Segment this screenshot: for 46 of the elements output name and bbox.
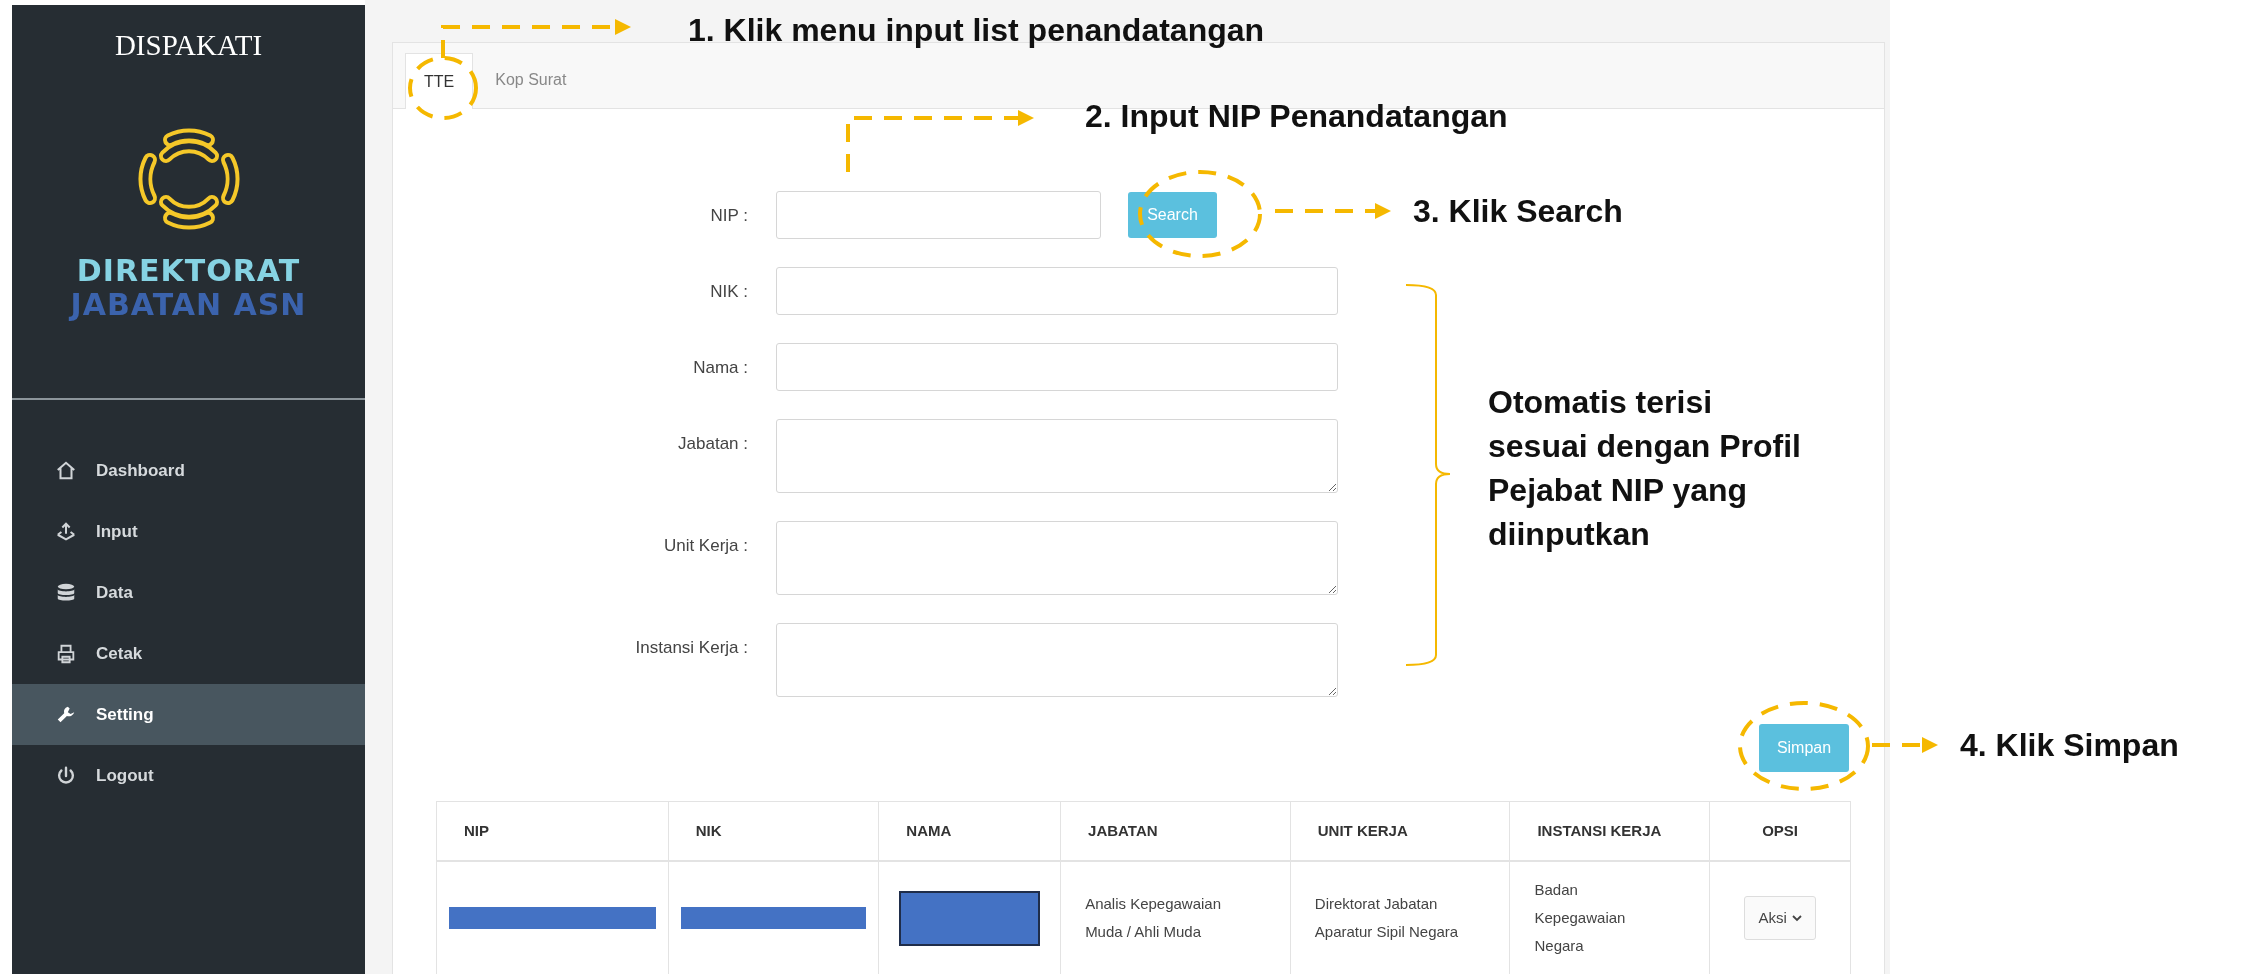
annotation-text: 3. Klik Search — [1413, 192, 1623, 231]
app-title: DISPAKATI — [114, 31, 263, 60]
column-header: JABATAN — [1061, 802, 1291, 860]
sidebar-item[interactable]: Logout — [12, 745, 365, 806]
annotation-text: 4. Klik Simpan — [1960, 726, 2179, 765]
sidebar-item[interactable]: Cetak — [12, 623, 365, 684]
input-field[interactable] — [776, 191, 1101, 239]
home-icon — [55, 459, 77, 482]
annotation-text: 1. Klik menu input list penandatangan — [688, 11, 1265, 50]
field-label: Instansi Kerja : — [634, 637, 749, 659]
printer-icon — [55, 642, 77, 665]
column-header: NAMA — [879, 802, 1062, 860]
highlight-circle — [408, 56, 478, 120]
actions-dropdown[interactable]: Aksi — [1744, 896, 1816, 940]
tab[interactable]: TTE — [405, 53, 474, 109]
database-icon — [55, 581, 77, 604]
field-label: Jabatan : — [677, 433, 749, 455]
sidebar-item[interactable]: Input — [12, 501, 365, 562]
text-area[interactable] — [776, 623, 1338, 697]
text-area[interactable] — [776, 419, 1338, 493]
sidebar-item[interactable]: Data — [12, 562, 365, 623]
logo-text: JABATAN ASN — [70, 288, 307, 322]
power-icon — [55, 764, 77, 787]
input-field[interactable] — [776, 343, 1338, 391]
annotation-text: 2. Input NIP Penandatangan — [1085, 97, 1508, 136]
text-area[interactable] — [776, 521, 1338, 595]
sidebar-item[interactable]: Setting — [12, 684, 365, 745]
column-header: NIK — [668, 802, 880, 860]
column-header: OPSI — [1761, 820, 1799, 841]
upload-icon — [55, 520, 77, 543]
table-cell-text: Analis Kepegawaian Muda / Ahli Muda — [1085, 894, 1223, 942]
field-label: NIK : — [709, 281, 749, 303]
input-field[interactable] — [776, 267, 1338, 315]
field-label: NIP : — [709, 205, 749, 227]
column-header: INSTANSI KERJA — [1510, 802, 1711, 860]
chevron-down-icon — [1791, 914, 1802, 922]
logo-text: DIREKTORAT — [76, 254, 301, 288]
dashed-arrow — [1872, 737, 1938, 753]
field-label: Unit Kerja : — [662, 535, 749, 557]
annotation-text: Otomatis terisi sesuai dengan Profil Pejabat NIP yang diinputkan — [1488, 383, 1802, 554]
table-cell-text: Direktorat Jabatan Aparatur Sipil Negara — [1314, 894, 1460, 942]
field-label: Nama : — [692, 357, 749, 379]
column-header: NIP — [437, 802, 669, 860]
sidebar-item[interactable]: Dashboard — [12, 440, 365, 501]
column-header: UNIT KERJA — [1290, 802, 1511, 860]
table-cell-text: Badan Kepegawaian Negara — [1534, 880, 1627, 956]
